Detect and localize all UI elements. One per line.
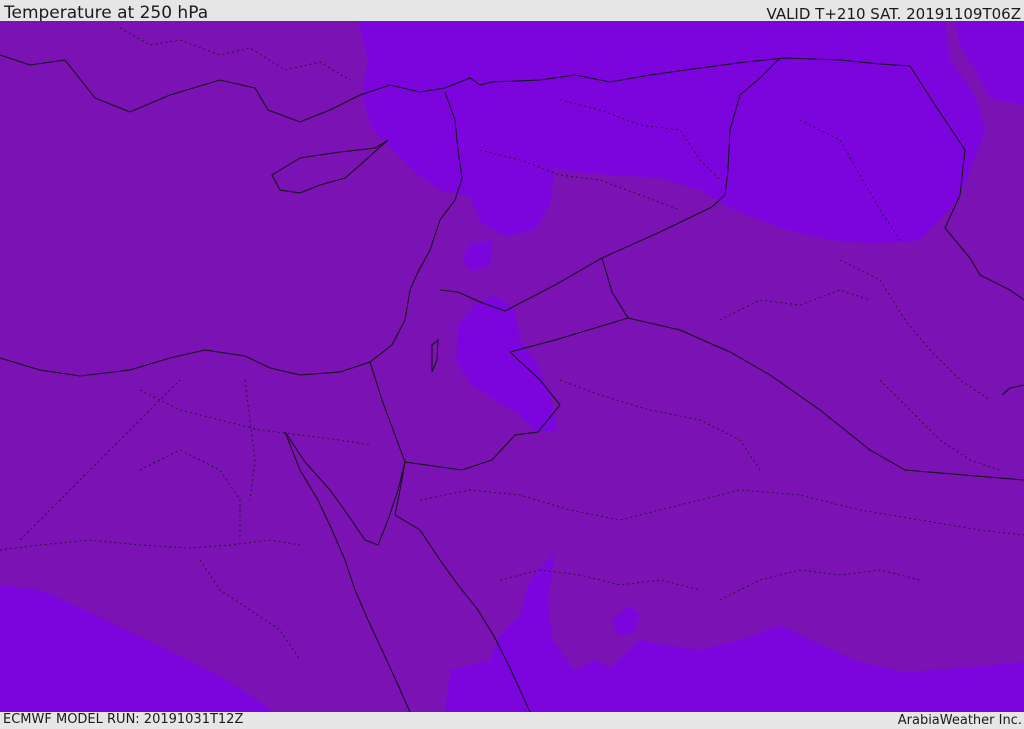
footer-bar: ECMWF MODEL RUN: 20191031T12Z ArabiaWeat… xyxy=(0,712,1024,729)
model-run-label: ECMWF MODEL RUN: 20191031T12Z xyxy=(3,712,244,727)
map-title: Temperature at 250 hPa xyxy=(4,3,209,23)
map-svg xyxy=(0,21,1024,712)
credit-label: ArabiaWeather Inc. xyxy=(897,713,1022,728)
header-bar: Temperature at 250 hPa VALID T+210 SAT. … xyxy=(0,0,1024,23)
map-panel[interactable] xyxy=(0,21,1024,712)
